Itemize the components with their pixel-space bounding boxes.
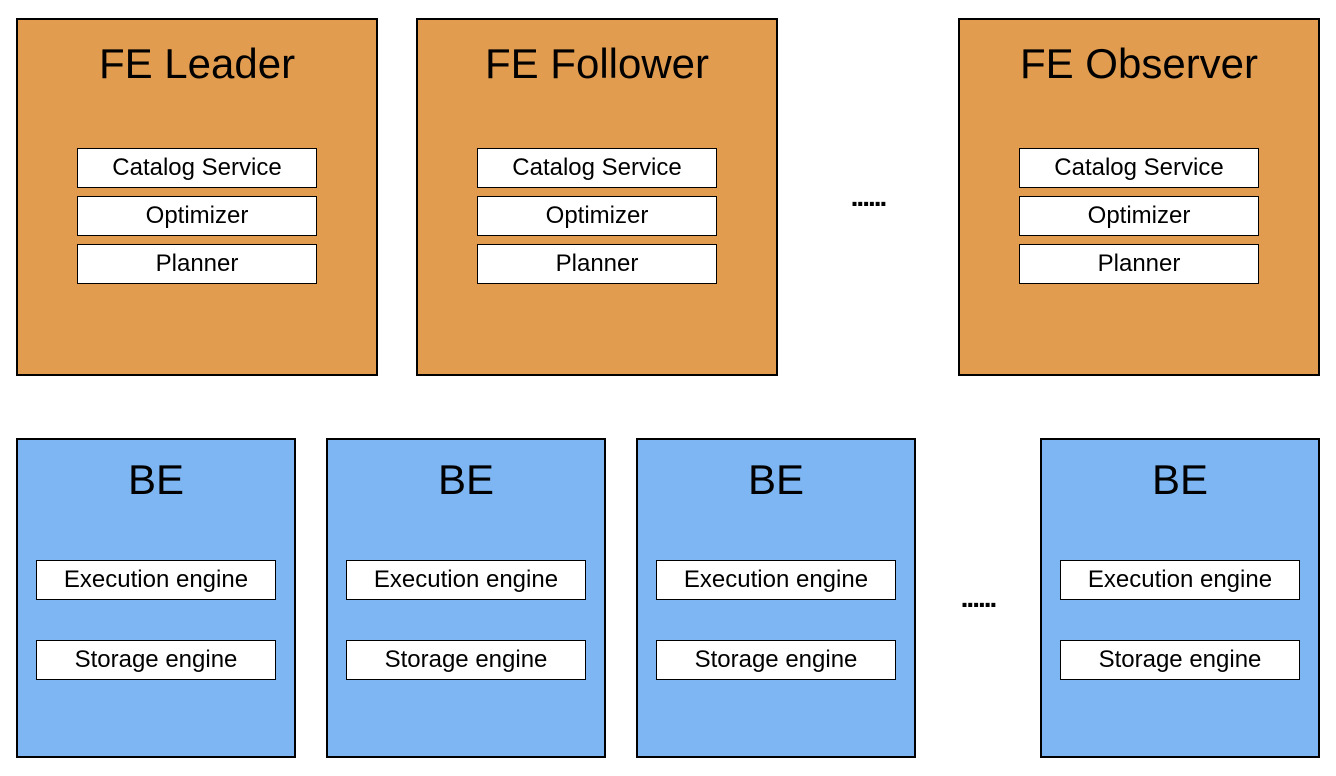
fe-follower-catalog: Catalog Service [477,148,717,188]
be-2-execution: Execution engine [346,560,586,600]
be-row: BE Execution engine Storage engine BE Ex… [16,438,1320,758]
be-box-2: BE Execution engine Storage engine [326,438,606,758]
fe-follower-title: FE Follower [485,40,709,88]
be-box-3: BE Execution engine Storage engine [636,438,916,758]
be-1-storage: Storage engine [36,640,276,680]
fe-observer-catalog: Catalog Service [1019,148,1259,188]
be-box-1: BE Execution engine Storage engine [16,438,296,758]
fe-leader-title: FE Leader [99,40,295,88]
fe-observer-box: FE Observer Catalog Service Optimizer Pl… [958,18,1320,376]
be-3-storage: Storage engine [656,640,896,680]
fe-follower-optimizer: Optimizer [477,196,717,236]
fe-leader-optimizer: Optimizer [77,196,317,236]
be-title-1: BE [128,456,184,504]
fe-leader-box: FE Leader Catalog Service Optimizer Plan… [16,18,378,376]
be-title-4: BE [1152,456,1208,504]
be-4-storage: Storage engine [1060,640,1300,680]
fe-leader-catalog: Catalog Service [77,148,317,188]
fe-row: FE Leader Catalog Service Optimizer Plan… [16,18,1320,376]
fe-leader-planner: Planner [77,244,317,284]
fe-follower-planner: Planner [477,244,717,284]
be-2-storage: Storage engine [346,640,586,680]
fe-observer-title: FE Observer [1020,40,1258,88]
fe-ellipsis: ...... [851,181,886,213]
be-4-execution: Execution engine [1060,560,1300,600]
be-title-2: BE [438,456,494,504]
be-3-execution: Execution engine [656,560,896,600]
be-title-3: BE [748,456,804,504]
be-box-4: BE Execution engine Storage engine [1040,438,1320,758]
be-ellipsis: ...... [961,582,996,614]
fe-observer-optimizer: Optimizer [1019,196,1259,236]
fe-observer-planner: Planner [1019,244,1259,284]
be-1-execution: Execution engine [36,560,276,600]
fe-follower-box: FE Follower Catalog Service Optimizer Pl… [416,18,778,376]
